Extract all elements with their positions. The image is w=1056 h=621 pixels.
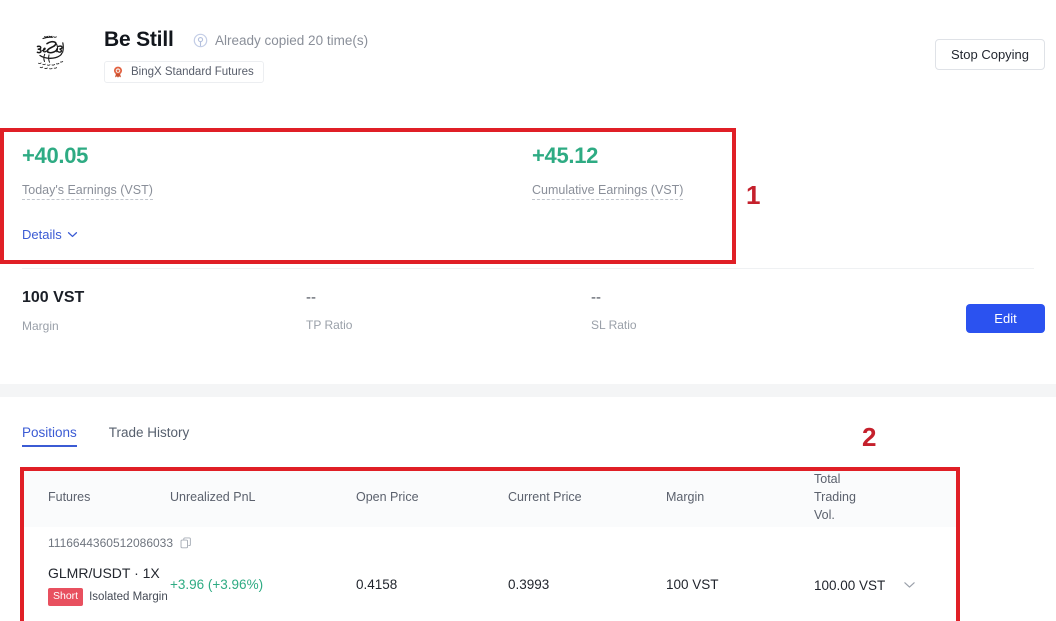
position-symbol: GLMR/USDT · 1X [48,565,160,582]
cell-current-price: 0.3993 [508,577,550,592]
tp-ratio-value: -- [306,289,316,306]
product-badge-label: BingX Standard Futures [131,66,254,78]
cell-unrealized-pnl: +3.96 (+3.96%) [170,577,264,592]
medal-icon [113,66,123,78]
annotation-number-2: 2 [862,422,877,452]
edit-button[interactable]: Edit [966,304,1045,333]
column-header-total-trading-vol: Total Trading Vol. [814,471,856,523]
cell-futures: GLMR/USDT · 1X Short Isolated Margin [22,564,170,606]
cell-open-price: 0.4158 [356,577,398,592]
column-header-open-price: Open Price [356,489,419,504]
cumulative-earnings-label: Cumulative Earnings (VST) [532,183,684,201]
position-side-badge: Short [48,588,84,606]
avatar [27,30,75,78]
order-id: 1116644360512086033 [48,536,174,550]
trader-name: Be Still [104,28,174,51]
tab-trade-history[interactable]: Trade History [109,425,190,447]
chevron-down-icon [67,232,77,238]
copied-count: Already copied 20 time(s) [193,33,368,48]
positions-table: Futures Unrealized PnL Open Price Curren… [22,467,960,611]
column-header-unrealized-pnl: Unrealized PnL [170,489,256,504]
annotation-number-1: 1 [746,180,761,210]
todays-earnings: +40.05 Today's Earnings (VST) [22,143,153,201]
table-header-row: Futures Unrealized PnL Open Price Curren… [22,467,960,527]
todays-earnings-label: Today's Earnings (VST) [22,183,153,201]
table-row: GLMR/USDT · 1X Short Isolated Margin +3.… [22,559,960,611]
column-header-current-price: Current Price [508,489,582,504]
order-id-row: 1116644360512086033 [22,527,960,559]
details-label: Details [22,227,62,242]
position-margin-mode: Isolated Margin [89,590,168,603]
column-header-futures: Futures [48,489,91,504]
todays-earnings-value: +40.05 [22,143,89,168]
trader-header: Be Still Already copied 20 time(s) BingX… [0,0,1056,110]
tp-ratio-stat: -- TP Ratio [306,288,352,332]
copy-settings-row: 100 VST Margin -- TP Ratio -- SL Ratio [0,288,1056,348]
product-badge: BingX Standard Futures [104,61,264,83]
details-toggle[interactable]: Details [22,227,78,242]
column-header-margin: Margin [666,489,705,504]
section-divider [22,268,1034,269]
be-still-script-logo [27,30,75,78]
positions-tabs: Positions Trade History [22,425,189,447]
sl-ratio-value: -- [591,289,601,306]
section-spacer [0,384,1056,397]
cumulative-earnings-value: +45.12 [532,143,599,168]
tp-ratio-label: TP Ratio [306,317,353,332]
margin-label: Margin [22,318,59,333]
copied-count-label: Already copied 20 time(s) [215,33,369,48]
copy-icon[interactable] [180,537,192,549]
copy-trade-icon [193,33,208,48]
copy-trading-page: Be Still Already copied 20 time(s) BingX… [0,0,1056,621]
margin-stat: 100 VST Margin [22,288,84,333]
cell-margin: 100 VST [666,577,719,592]
margin-value: 100 VST [22,289,85,306]
stop-copying-button[interactable]: Stop Copying [935,39,1045,70]
cumulative-earnings: +45.12 Cumulative Earnings (VST) [532,143,684,201]
cell-total-trading-vol: 100.00 VST [814,577,886,593]
sl-ratio-label: SL Ratio [591,317,637,332]
tab-positions[interactable]: Positions [22,425,77,447]
earnings-panel: +40.05 Today's Earnings (VST) +45.12 Cum… [0,128,1056,264]
sl-ratio-stat: -- SL Ratio [591,288,637,332]
chevron-down-icon[interactable] [903,581,916,589]
